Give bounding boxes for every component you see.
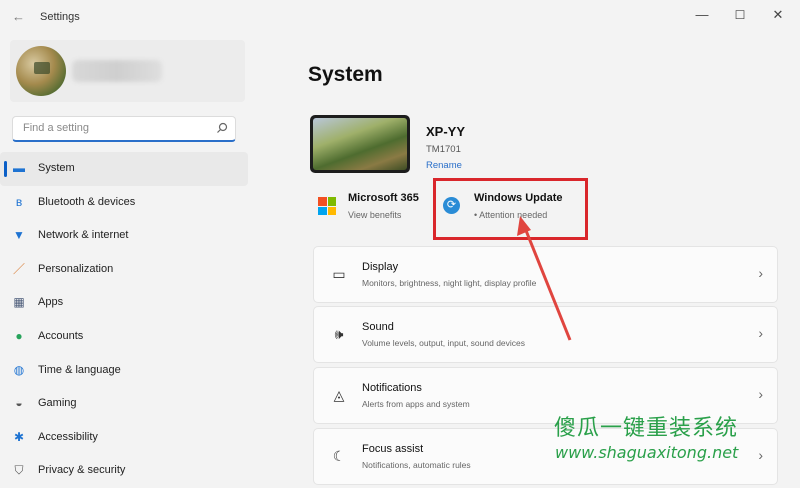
card-subtitle: Volume levels, output, input, sound devi… (362, 338, 526, 348)
settings-card-display[interactable]: ▭ Display Monitors, brightness, night li… (313, 246, 778, 303)
search-input[interactable] (21, 121, 205, 135)
sidebar-item-accessibility[interactable]: ✱ Accessibility (0, 421, 248, 455)
search-box[interactable] (12, 116, 236, 142)
search-icon[interactable] (216, 122, 228, 134)
card-subtitle: Monitors, brightness, night light, displ… (362, 278, 537, 288)
person-icon: ● (15, 328, 23, 343)
bell-icon: ◬ (333, 387, 345, 403)
card-title: Notifications (362, 382, 422, 394)
window-title: Settings (40, 11, 80, 23)
device-name: XP-YY (426, 124, 466, 139)
speaker-icon: 🕪 (334, 326, 344, 342)
sidebar-item-privacy[interactable]: ⛉ Privacy & security (0, 454, 248, 488)
back-arrow-icon[interactable]: ← (12, 9, 25, 24)
bluetooth-icon: ʙ (15, 194, 23, 209)
card-title: Sound (362, 321, 394, 333)
sidebar-item-label: Apps (38, 296, 64, 309)
settings-card-sound[interactable]: 🕪 Sound Volume levels, output, input, so… (313, 306, 778, 363)
sidebar-item-accounts[interactable]: ● Accounts (0, 320, 248, 354)
card-title: Display (362, 261, 399, 273)
globe-clock-icon: ◍ (13, 362, 25, 377)
user-profile[interactable] (10, 40, 245, 102)
shield-icon: ⛉ (14, 463, 24, 478)
sidebar-item-system[interactable]: ▬ System (0, 152, 248, 186)
chevron-right-icon: › (758, 325, 763, 341)
main-content: System XP-YY TM1701 Rename Microsoft 365… (248, 0, 800, 485)
wifi-icon: ▼ (13, 228, 25, 243)
sidebar-item-gaming[interactable]: ◒ Gaming (0, 387, 248, 421)
sidebar-item-apps[interactable]: ▦ Apps (0, 286, 248, 320)
apps-icon: ▦ (13, 295, 25, 310)
microsoft-365-icon (318, 197, 336, 215)
monitor-icon: ▬ (13, 161, 25, 175)
annotation-highlight-box (433, 178, 588, 240)
sidebar-item-label: Accounts (38, 329, 84, 342)
avatar[interactable] (16, 46, 66, 96)
sidebar-item-label: Personalization (38, 262, 114, 275)
watermark-url: www.shaguaxitong.net (555, 443, 739, 462)
microsoft-365-subtitle[interactable]: View benefits (348, 210, 401, 220)
card-subtitle: Alerts from apps and system (362, 399, 470, 409)
accessibility-icon: ✱ (13, 429, 25, 444)
sidebar-item-label: Bluetooth & devices (38, 195, 136, 208)
page-title: System (308, 63, 383, 86)
sidebar-item-label: Time & language (38, 363, 121, 376)
sidebar-item-bluetooth[interactable]: ʙ Bluetooth & devices (0, 186, 248, 220)
card-title: Focus assist (362, 443, 424, 455)
sidebar-item-network[interactable]: ▼ Network & internet (0, 219, 248, 253)
sidebar-item-time-language[interactable]: ◍ Time & language (0, 354, 248, 388)
watermark-text: 傻瓜一键重装系统 (554, 416, 739, 441)
moon-icon: ☾ (332, 448, 346, 464)
device-thumbnail (310, 115, 410, 173)
chevron-right-icon: › (758, 447, 763, 463)
sidebar-item-label: Gaming (38, 397, 77, 410)
device-model: TM1701 (426, 144, 461, 155)
microsoft-365-title[interactable]: Microsoft 365 (348, 192, 419, 204)
sidebar-item-label: System (38, 162, 75, 174)
sidebar-item-personalization[interactable]: ／ Personalization (0, 253, 248, 287)
rename-link[interactable]: Rename (426, 160, 462, 171)
controller-icon: ◒ (15, 396, 23, 411)
sidebar-item-label: Network & internet (38, 229, 129, 242)
card-subtitle: Notifications, automatic rules (362, 460, 471, 470)
chevron-right-icon: › (758, 386, 763, 402)
display-icon: ▭ (332, 266, 346, 282)
chevron-right-icon: › (758, 265, 763, 281)
user-name-redacted (72, 60, 162, 82)
sidebar-item-label: Accessibility (38, 430, 98, 443)
sidebar-nav: ▬ System ʙ Bluetooth & devices ▼ Network… (0, 152, 248, 488)
brush-icon: ／ (12, 261, 25, 276)
